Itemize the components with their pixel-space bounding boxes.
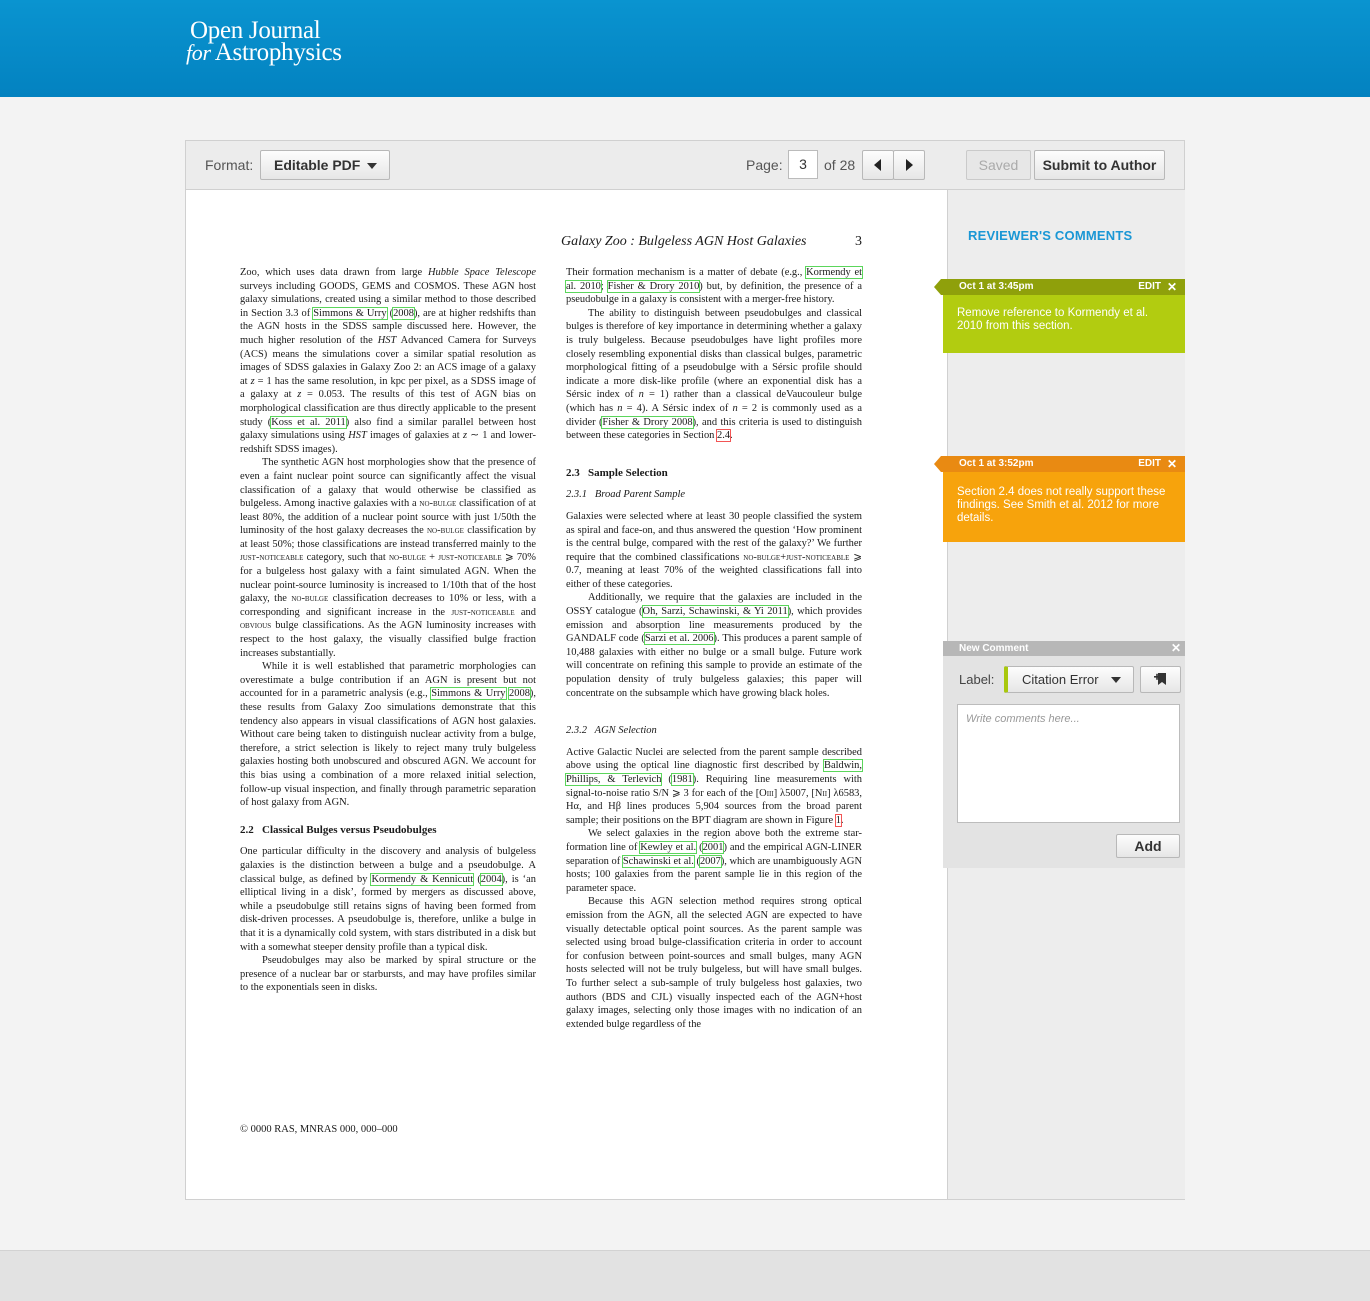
running-head-title: Galaxy Zoo : Bulgeless AGN Host Galaxies bbox=[561, 234, 807, 249]
paragraph: While it is well established that parame… bbox=[240, 661, 536, 809]
paragraph: Additionally, we require that the galaxi… bbox=[566, 592, 862, 699]
comment-time: Oct 1 at 3:45pm bbox=[959, 281, 1034, 292]
next-page-button[interactable] bbox=[893, 150, 925, 180]
subsection-heading: 2.3.1 Broad Parent Sample bbox=[566, 489, 686, 501]
citation[interactable]: Koss et al. 2011 bbox=[270, 415, 347, 429]
page-label: Page: bbox=[746, 157, 783, 173]
sidebar-title: REVIEWER'S COMMENTS bbox=[968, 228, 1133, 243]
section-heading: 2.2 Classical Bulges versus Pseudobulges bbox=[240, 823, 437, 836]
close-icon[interactable]: ✕ bbox=[1171, 641, 1181, 656]
paragraph: The ability to distinguish between pseud… bbox=[566, 307, 863, 443]
comment-text: Section 2.4 does not really support thes… bbox=[943, 472, 1185, 542]
comment-pointer bbox=[934, 456, 941, 472]
chevron-down-icon bbox=[1111, 677, 1121, 683]
section-heading: 2.3 Sample Selection bbox=[566, 466, 668, 479]
citation[interactable]: Simmons & Urry bbox=[312, 306, 388, 320]
right-column: Their formation mechanism is a matter of… bbox=[565, 266, 863, 1031]
running-head: Galaxy Zoo : Bulgeless AGN Host Galaxies… bbox=[561, 234, 862, 250]
copyright: © 0000 RAS, MNRAS 000, 000–000 bbox=[240, 1124, 398, 1135]
paragraph: Pseudobulges may also be marked by spira… bbox=[240, 955, 536, 994]
comment-pointer bbox=[934, 279, 941, 295]
new-comment-title: New Comment bbox=[959, 643, 1029, 654]
left-column: Zoo, which uses data drawn from large Hu… bbox=[240, 266, 536, 995]
edit-comment-button[interactable]: EDIT bbox=[1138, 279, 1161, 295]
logo-line2: Astrophysics bbox=[214, 39, 342, 66]
format-dropdown[interactable]: Editable PDF bbox=[260, 150, 390, 180]
paragraph: Their formation mechanism is a matter of… bbox=[565, 266, 863, 306]
edit-comment-button[interactable]: EDIT bbox=[1138, 456, 1161, 472]
arrow-left-icon bbox=[874, 159, 881, 171]
review-frame: Format: Editable PDF Page: 3 of 28 Saved… bbox=[185, 140, 1185, 1200]
comment-textarea[interactable]: Write comments here... bbox=[957, 704, 1180, 823]
page-total: of 28 bbox=[824, 157, 856, 173]
comment-card[interactable]: Oct 1 at 3:52pm EDIT ✕ Section 2.4 does … bbox=[934, 456, 1185, 542]
comments-sidebar: REVIEWER'S COMMENTS Oct 1 at 3:45pm EDIT… bbox=[934, 190, 1185, 1199]
comment-text: Remove reference to Kormendy et al. 2010… bbox=[943, 295, 1185, 353]
paragraph: Galaxies were selected where at least 30… bbox=[566, 510, 863, 590]
page-number: 3 bbox=[855, 234, 862, 249]
add-comment-button[interactable]: Add bbox=[1116, 834, 1180, 858]
page-number-input[interactable]: 3 bbox=[788, 150, 818, 179]
format-label: Format: bbox=[205, 157, 254, 173]
logo-for: for bbox=[186, 40, 211, 65]
paragraph: Zoo, which uses data drawn from large Hu… bbox=[240, 267, 537, 455]
paragraph: One particular difficulty in the discove… bbox=[240, 846, 536, 953]
format-value: Editable PDF bbox=[274, 157, 361, 173]
bookmark-button[interactable] bbox=[1140, 666, 1181, 693]
page-footer bbox=[0, 1250, 1370, 1301]
paragraph: The synthetic AGN host morphologies show… bbox=[240, 457, 536, 659]
site-header: Open Journal for Astrophysics bbox=[0, 0, 1370, 97]
toolbar: Format: Editable PDF Page: 3 of 28 Saved… bbox=[186, 141, 1184, 190]
bookmark-add-icon bbox=[1153, 673, 1166, 685]
label-caption: Label: bbox=[959, 672, 995, 687]
paragraph: Active Galactic Nuclei are selected from… bbox=[565, 746, 863, 827]
arrow-right-icon bbox=[906, 159, 913, 171]
prev-page-button[interactable] bbox=[862, 150, 894, 180]
comment-time: Oct 1 at 3:52pm bbox=[959, 458, 1034, 469]
paragraph: Because this AGN selection method requir… bbox=[566, 896, 862, 1030]
journal-logo[interactable]: Open Journal for Astrophysics bbox=[186, 18, 342, 66]
new-comment-panel: New Comment ✕ Label: Citation Error Writ… bbox=[943, 641, 1185, 868]
document-page: Galaxy Zoo : Bulgeless AGN Host Galaxies… bbox=[186, 190, 946, 1199]
close-icon[interactable]: ✕ bbox=[1167, 279, 1177, 295]
close-icon[interactable]: ✕ bbox=[1167, 456, 1177, 472]
label-dropdown[interactable]: Citation Error bbox=[1004, 666, 1134, 693]
label-value: Citation Error bbox=[1022, 672, 1099, 687]
saved-button[interactable]: Saved bbox=[966, 150, 1031, 180]
paragraph: We select galaxies in the region above b… bbox=[566, 828, 862, 894]
submit-to-author-button[interactable]: Submit to Author bbox=[1034, 150, 1165, 180]
chevron-down-icon bbox=[367, 163, 377, 169]
subsection-heading: 2.3.2 AGN Selection bbox=[566, 725, 657, 737]
comment-card[interactable]: Oct 1 at 3:45pm EDIT ✕ Remove reference … bbox=[934, 279, 1185, 353]
